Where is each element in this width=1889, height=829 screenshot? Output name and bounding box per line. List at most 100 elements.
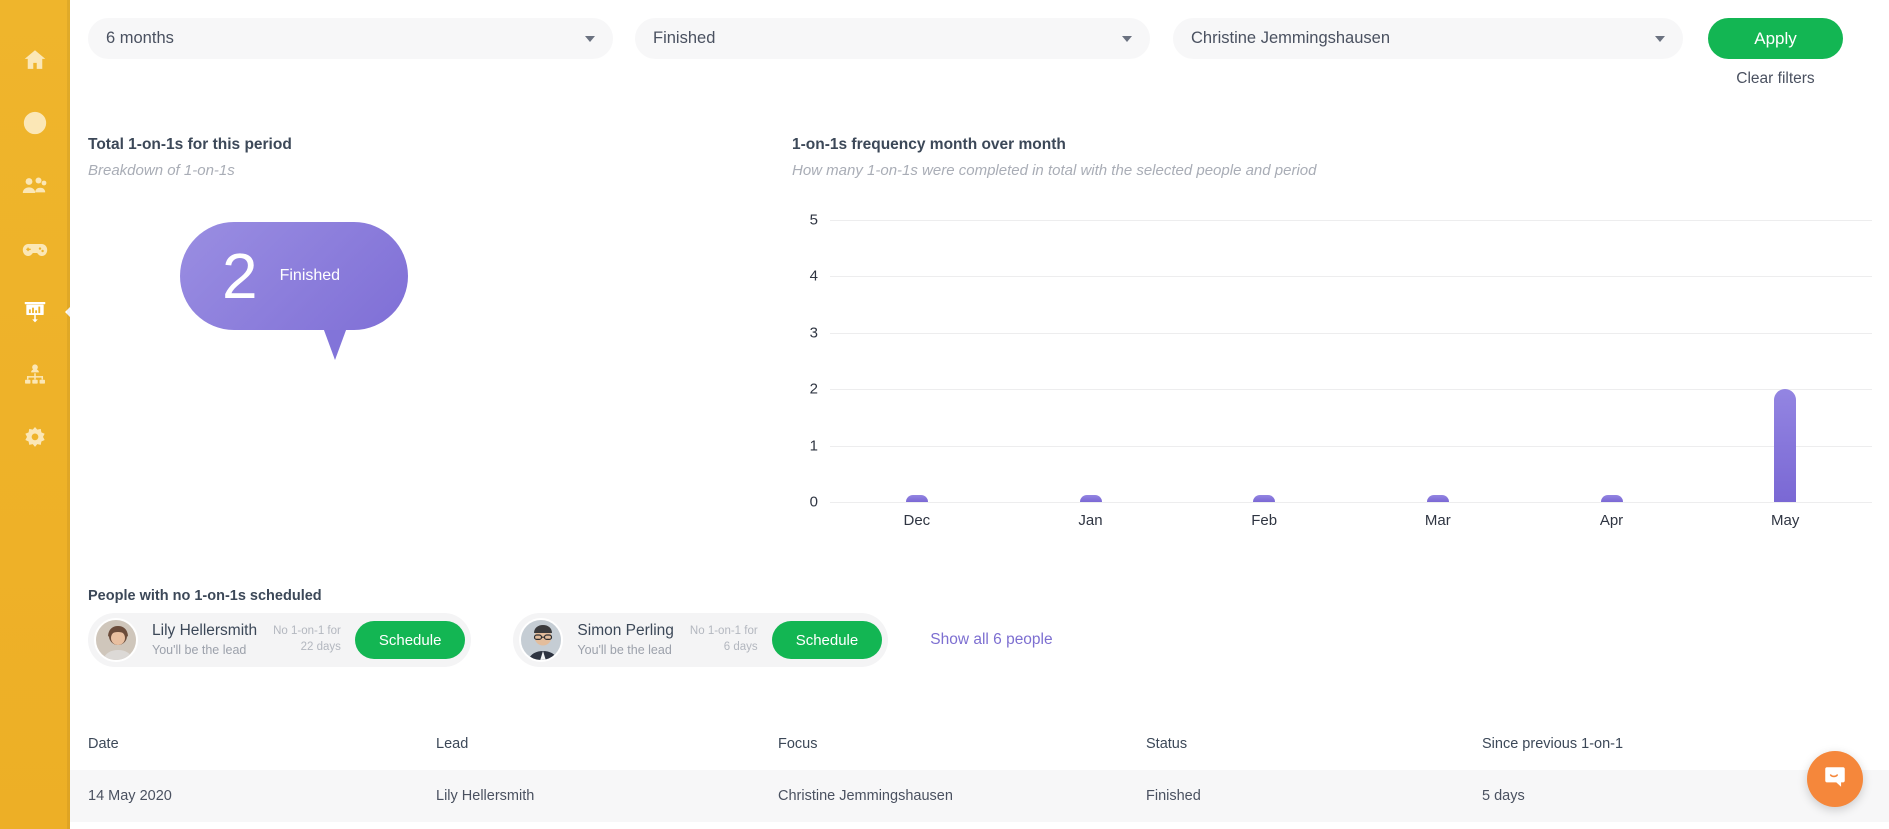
period-filter-value: 6 months	[106, 29, 174, 47]
person-role: You'll be the lead	[152, 642, 247, 657]
chart-y-tick-label: 5	[809, 211, 818, 229]
frequency-panel-subtitle: How many 1-on-1s were completed in total…	[792, 162, 1317, 179]
chart-plot-area: 0 1 2 3 4 5 Dec Jan Feb Mar Apr May	[810, 212, 1872, 529]
chart-x-tick-label: Dec	[903, 512, 931, 529]
person-meta-line2: 6 days	[723, 641, 758, 653]
chart-x-tick-label: Jan	[1078, 512, 1103, 529]
total-panel-subtitle: Breakdown of 1-on-1s	[88, 162, 235, 179]
filter-bar: 6 months Finished Christine Jemmingshaus…	[70, 0, 1889, 87]
people-section-heading: People with no 1-on-1s scheduled	[88, 588, 322, 604]
chart-gridline	[830, 389, 1872, 391]
total-speech-bubble[interactable]: 2 Finished	[180, 222, 410, 372]
person-name: Simon Perling	[577, 621, 674, 639]
table-cell-date: 14 May 2020	[88, 788, 172, 804]
schedule-button[interactable]: Schedule	[354, 621, 466, 659]
avatar	[94, 618, 138, 662]
sidebar-item-onboarding[interactable]	[0, 91, 70, 154]
person-names: Simon Perling You'll be the lead	[577, 622, 674, 658]
chart-x-tick-label: Apr	[1599, 512, 1624, 529]
status-filter-value: Finished	[653, 29, 716, 47]
sidebar-item-settings[interactable]	[0, 406, 70, 469]
person-meta: No 1-on-1 for 6 days	[690, 624, 758, 655]
person-card: Lily Hellersmith You'll be the lead No 1-o…	[88, 613, 472, 667]
sidebar-item-engagement[interactable]	[0, 217, 70, 280]
avatar	[519, 618, 564, 662]
table-cell-status: Finished	[1146, 788, 1201, 804]
sidebar-item-home[interactable]	[0, 28, 70, 91]
sidebar-item-reports[interactable]	[0, 280, 70, 343]
chart-y-tick-label: 1	[809, 437, 818, 455]
people-list: Lily Hellersmith You'll be the lead No 1-o…	[88, 613, 1053, 667]
chevron-down-icon	[585, 35, 595, 42]
chevron-down-icon	[1655, 35, 1665, 42]
person-role: You'll be the lead	[577, 642, 672, 657]
table-cell-since: 5 days	[1482, 788, 1525, 804]
arrow-circle-right-icon	[22, 110, 48, 136]
chart-y-tick-label: 4	[809, 267, 818, 285]
total-panel-header: Total 1-on-1s for this period Breakdown …	[88, 136, 292, 179]
table-cell-focus: Christine Jemmingshausen	[778, 788, 953, 804]
person-name: Lily Hellersmith	[152, 621, 258, 639]
chart-bar[interactable]	[1774, 389, 1797, 502]
table-column-header[interactable]: Since previous 1-on-1	[1482, 736, 1812, 752]
one-on-ones-table: Date Lead Focus Status Since previous 1-on-1…	[70, 718, 1889, 822]
frequency-panel-title: 1-on-1s frequency month over month	[792, 136, 1066, 153]
chart-gridline	[830, 276, 1872, 278]
chart-bar[interactable]	[905, 495, 928, 502]
table-column-header[interactable]: Date	[88, 736, 436, 752]
chevron-down-icon	[1122, 35, 1132, 42]
speech-bubble-label: Finished	[279, 267, 341, 284]
gear-icon	[22, 425, 48, 451]
chart-bar[interactable]	[1600, 495, 1623, 502]
table-column-header[interactable]: Status	[1146, 736, 1482, 752]
clear-filters-link[interactable]: Clear filters	[1708, 70, 1843, 88]
chart-x-tick-label: May	[1770, 512, 1800, 529]
chart-y-tick-label: 3	[809, 324, 818, 342]
main-content: 6 months Finished Christine Jemmingshaus…	[70, 0, 1889, 829]
person-filter-select[interactable]: Christine Jemmingshausen	[1173, 18, 1683, 59]
chart-gridline	[830, 332, 1872, 334]
chart-bar[interactable]	[1079, 495, 1102, 502]
table-row[interactable]: 14 May 2020 Lily Hellersmith Christine Jem…	[70, 770, 1889, 822]
presentation-chart-icon	[22, 299, 48, 325]
show-all-people-link[interactable]: Show all 6 people	[930, 631, 1052, 649]
person-meta-line1: No 1-on-1 for	[689, 625, 758, 638]
home-icon	[22, 47, 48, 73]
schedule-button[interactable]: Schedule	[771, 621, 883, 659]
apply-button[interactable]: Apply	[1708, 18, 1843, 59]
chart-gridline	[830, 220, 1872, 221]
person-names: Lily Hellersmith You'll be the lead	[152, 622, 257, 658]
chart-y-tick-label: 0	[809, 493, 818, 511]
chart-y-tick-label: 2	[809, 380, 818, 398]
person-card: Simon Perling You'll be the lead No 1-on-1…	[513, 613, 889, 667]
person-meta: No 1-on-1 for 22 days	[273, 624, 341, 655]
chat-widget-button[interactable]	[1807, 751, 1863, 807]
people-group-icon	[21, 173, 49, 199]
table-column-header[interactable]: Focus	[778, 736, 1146, 752]
chart-gridline	[830, 502, 1872, 503]
status-filter-select[interactable]: Finished	[635, 18, 1150, 59]
frequency-bar-chart: 0 1 2 3 4 5 Dec Jan Feb Mar Apr May	[792, 196, 1882, 529]
person-meta-line2: 22 days	[300, 641, 341, 653]
table-column-header[interactable]: Lead	[436, 736, 778, 752]
chart-x-tick-label: Feb	[1251, 512, 1278, 529]
person-meta-line1: No 1-on-1 for	[273, 625, 341, 638]
table-header-row: Date Lead Focus Status Since previous 1-on-1	[70, 718, 1889, 770]
chart-bar[interactable]	[1253, 495, 1276, 502]
table-body: 14 May 2020 Lily Hellersmith Christine Jem…	[70, 770, 1889, 822]
sidebar-item-org-chart[interactable]	[0, 343, 70, 406]
frequency-panel-header: 1-on-1s frequency month over month How m…	[792, 136, 1316, 179]
app-root: 6 months Finished Christine Jemmingshaus…	[0, 0, 1889, 829]
total-panel-title: Total 1-on-1s for this period	[88, 136, 292, 153]
gamepad-icon	[21, 237, 49, 261]
period-filter-select[interactable]: 6 months	[88, 18, 613, 59]
speech-bubble-body: 2 Finished	[180, 222, 408, 330]
table-cell-lead: Lily Hellersmith	[436, 788, 535, 804]
chart-x-tick-label: Mar	[1424, 512, 1451, 529]
sidebar-item-people[interactable]	[0, 154, 70, 217]
speech-bubble-value: 2	[222, 240, 258, 312]
chat-bubble-icon	[1822, 764, 1848, 795]
chart-bar[interactable]	[1426, 495, 1449, 502]
chart-gridline	[830, 445, 1872, 447]
org-chart-icon	[22, 362, 48, 388]
